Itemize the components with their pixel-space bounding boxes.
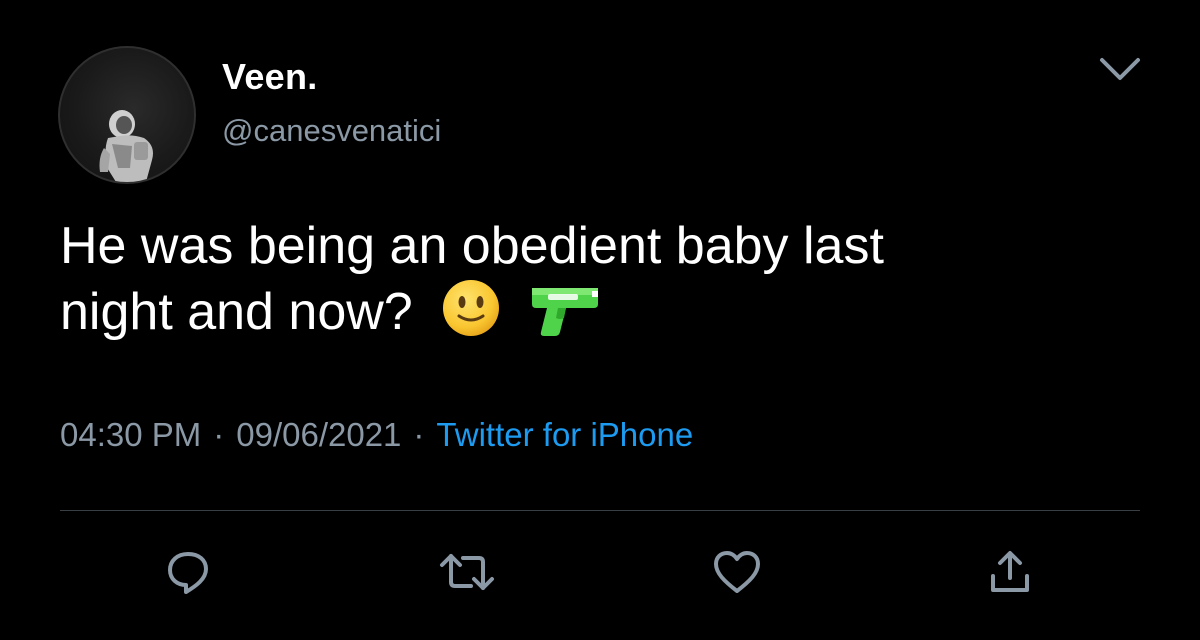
tweet-time: 04:30 PM [60, 416, 202, 453]
meta-separator: · [413, 416, 425, 453]
tweet-card: Veen. @canesvenatici He was being an obe… [0, 0, 1200, 640]
slightly-smiling-face-icon [441, 278, 501, 353]
meta-separator: · [213, 416, 225, 453]
tweet-text-line-2: night and now? [60, 278, 1120, 353]
tweet-actions [0, 540, 1200, 610]
avatar[interactable] [58, 46, 196, 184]
retweet-icon [440, 554, 494, 590]
divider [60, 510, 1140, 511]
tweet-menu-button[interactable] [1094, 50, 1146, 86]
chevron-down-icon [1100, 58, 1140, 80]
tweet-text-line: He was being an obedient baby last [60, 217, 884, 275]
reply-icon [168, 552, 208, 594]
tweet-source-link[interactable]: Twitter for iPhone [436, 416, 693, 453]
retweet-button[interactable] [437, 540, 497, 604]
tweet-text: He was being an obedient baby last night… [60, 214, 1120, 353]
user-handle[interactable]: @canesvenatici [222, 113, 441, 149]
tweet-text-line: night and now? [60, 283, 413, 342]
share-icon [991, 551, 1029, 592]
water-pistol-icon [530, 278, 600, 353]
display-name[interactable]: Veen. [222, 56, 318, 98]
tweet-meta: 04:30 PM · 09/06/2021 · Twitter for iPhone [60, 416, 693, 454]
share-button[interactable] [980, 540, 1040, 604]
reply-button[interactable] [158, 540, 218, 604]
like-button[interactable] [707, 540, 767, 604]
astronaut-avatar-icon [99, 110, 153, 182]
tweet-date: 09/06/2021 [236, 416, 402, 453]
heart-icon [714, 551, 760, 593]
